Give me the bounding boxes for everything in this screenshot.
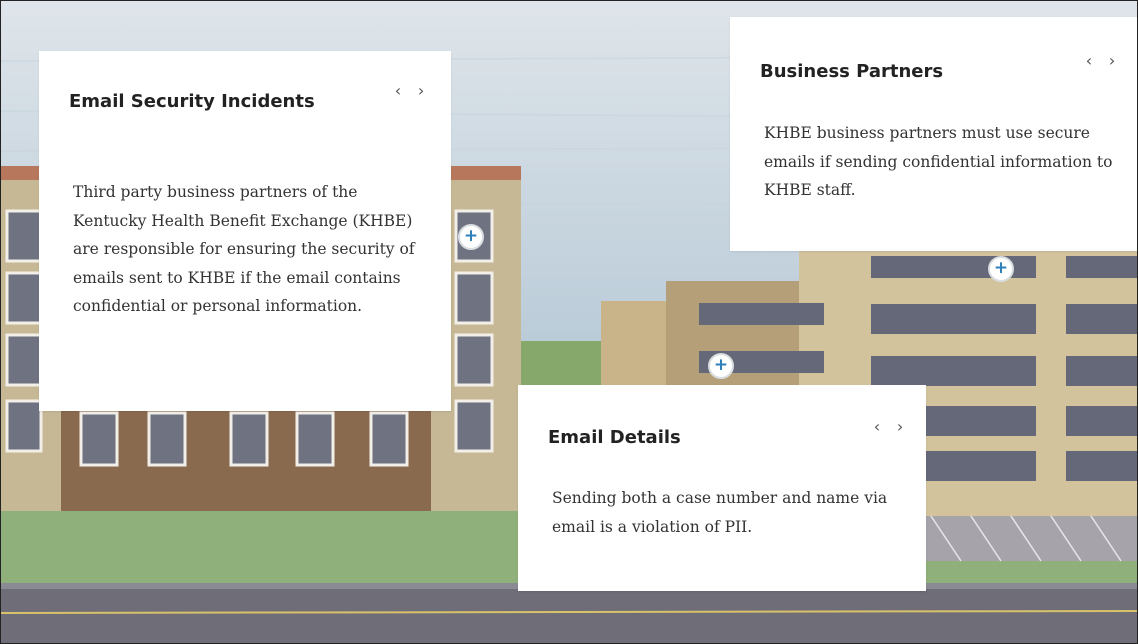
card-title: Business Partners [760, 61, 944, 82]
info-card-email-details: Email Details ‹ › Sending both a case nu… [518, 385, 926, 591]
plus-icon: + [463, 226, 479, 246]
card-nav: ‹ › [1080, 51, 1121, 70]
hotspot-button[interactable]: + [708, 353, 734, 379]
card-nav: ‹ › [868, 417, 909, 436]
hotspot-button[interactable]: + [988, 256, 1014, 282]
next-icon[interactable]: › [412, 81, 430, 100]
info-card-business-partners: Business Partners ‹ › KHBE business part… [730, 17, 1137, 251]
previous-icon[interactable]: ‹ [1080, 51, 1098, 70]
hotspot-button[interactable]: + [458, 224, 484, 250]
previous-icon[interactable]: ‹ [389, 81, 407, 100]
card-title: Email Security Incidents [69, 91, 315, 112]
scene-frame: Email Security Incidents ‹ › Third party… [0, 0, 1138, 644]
card-body: KHBE business partners must use secure e… [764, 124, 1113, 199]
info-card-email-security: Email Security Incidents ‹ › Third party… [39, 51, 451, 411]
next-icon[interactable]: › [891, 417, 909, 436]
previous-icon[interactable]: ‹ [868, 417, 886, 436]
plus-icon: + [993, 258, 1009, 278]
card-title: Email Details [548, 427, 681, 448]
card-body: Third party business partners of the Ken… [73, 183, 415, 315]
card-body: Sending both a case number and name via … [552, 489, 888, 536]
plus-icon: + [713, 355, 729, 375]
card-nav: ‹ › [389, 81, 430, 100]
next-icon[interactable]: › [1103, 51, 1121, 70]
